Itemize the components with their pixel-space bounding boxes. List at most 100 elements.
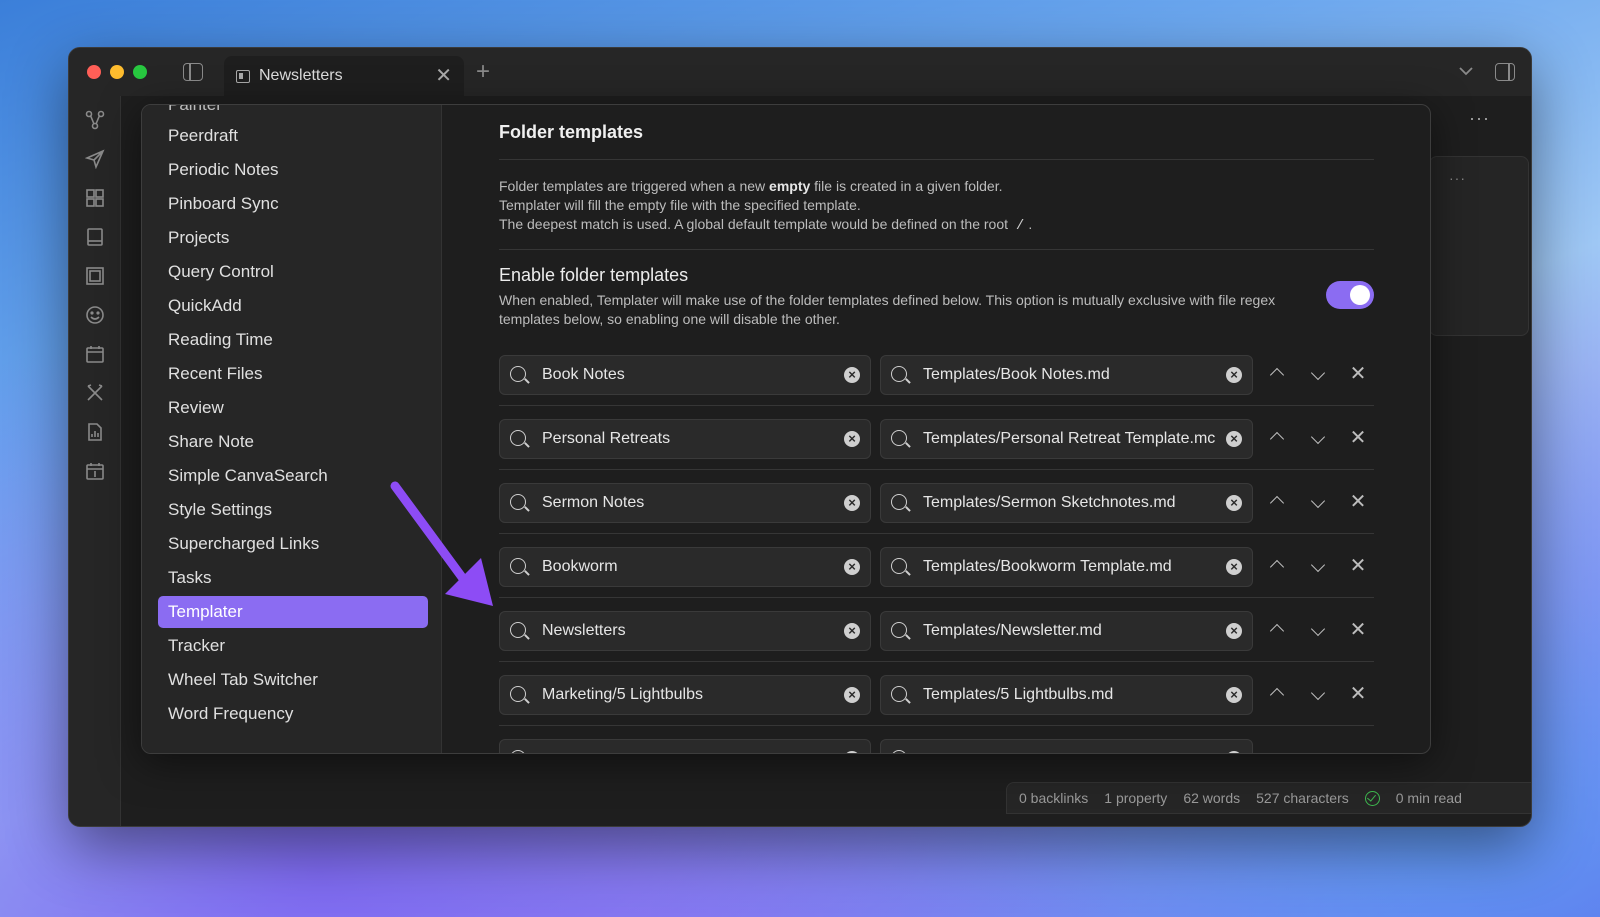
move-down-icon[interactable] [1307,363,1329,383]
send-icon[interactable] [84,149,105,170]
template-search-input[interactable]: Templates/Book Notes.md × [880,355,1253,395]
sidebar-item[interactable]: Tracker [158,630,428,662]
tab-list-chevron-icon[interactable] [1458,60,1474,81]
divider [499,159,1374,160]
divider [499,533,1374,534]
search-icon [510,685,526,702]
sidebar-item[interactable]: Review [158,392,428,424]
move-up-icon[interactable] [1266,427,1288,449]
reading-time: 0 min read [1395,790,1462,806]
delete-icon[interactable]: ✕ [1347,681,1369,706]
clear-icon[interactable]: × [1226,367,1242,383]
move-down-icon[interactable] [1307,491,1329,511]
book-icon[interactable] [85,227,105,247]
clear-icon[interactable]: × [844,495,860,511]
clear-icon[interactable]: × [844,623,860,639]
more-options-icon[interactable]: ··· [1469,108,1490,129]
sidebar-item[interactable]: Query Control [158,256,428,288]
clear-icon[interactable]: × [1226,495,1242,511]
minimize-window-button[interactable] [110,65,124,79]
move-down-icon[interactable] [1307,683,1329,703]
sidebar-item[interactable]: Share Note [158,426,428,458]
move-down-icon[interactable] [1307,427,1329,447]
left-sidebar-toggle-icon[interactable] [183,63,203,81]
folder-search-input[interactable]: Book Notes × [499,355,871,395]
delete-icon[interactable]: ✕ [1347,489,1369,514]
folder-search-input[interactable]: × [499,739,871,753]
delete-icon[interactable]: ✕ [1347,553,1369,578]
template-search-input[interactable]: Templates/5 Lightbulbs.md × [880,675,1253,715]
close-window-button[interactable] [87,65,101,79]
calendar-icon[interactable] [85,344,105,364]
tab-title: Newsletters [259,67,343,84]
sidebar-item[interactable]: Projects [158,222,428,254]
sync-check-icon[interactable] [1364,790,1380,806]
sidebar-item[interactable]: Pinboard Sync [158,188,428,220]
move-up-icon[interactable] [1266,619,1288,641]
search-icon [510,365,526,382]
background-note-pane [1429,156,1529,336]
clear-icon[interactable]: × [1226,751,1242,753]
template-search-input[interactable]: Templates/Bookworm Template.md × [880,547,1253,587]
folder-search-input[interactable]: Personal Retreats × [499,419,871,459]
clear-icon[interactable]: × [1226,687,1242,703]
move-up-icon[interactable] [1266,555,1288,577]
clear-icon[interactable]: × [844,367,860,383]
move-down-icon[interactable] [1307,555,1329,575]
pane-more-options-icon[interactable]: ··· [1449,170,1466,186]
smiley-icon[interactable] [85,305,105,325]
status-bar: 0 backlinks 1 property 62 words 527 char… [1006,782,1531,814]
template-search-input[interactable]: Templates/Personal Retreat Template.mc × [880,419,1253,459]
clear-icon[interactable]: × [1226,431,1242,447]
sidebar-item[interactable]: QuickAdd [158,290,428,322]
enable-folder-templates-toggle[interactable] [1326,281,1374,309]
sidebar-item-partial[interactable]: Painter [158,105,428,121]
sidebar-item[interactable]: Peerdraft [158,120,428,152]
tools-icon[interactable] [85,383,105,403]
daily-note-icon[interactable] [85,461,105,481]
divider [499,597,1374,598]
move-up-icon[interactable] [1266,683,1288,705]
layout-icon[interactable] [85,188,105,208]
clear-icon[interactable]: × [844,751,860,753]
search-icon [891,429,907,446]
clear-icon[interactable]: × [844,431,860,447]
delete-icon[interactable]: ✕ [1347,361,1369,386]
zoom-window-button[interactable] [133,65,147,79]
tab-close-icon[interactable]: ✕ [435,66,452,86]
folder-search-input[interactable]: Bookworm × [499,547,871,587]
move-up-icon[interactable] [1266,363,1288,385]
search-icon [510,749,526,753]
clear-icon[interactable]: × [844,687,860,703]
delete-icon[interactable]: ✕ [1347,425,1369,450]
move-down-icon[interactable] [1307,619,1329,639]
divider [499,725,1374,726]
sidebar-item[interactable]: Word Frequency [158,698,428,730]
sidebar-item[interactable]: Periodic Notes [158,154,428,186]
folder-search-input[interactable]: Marketing/5 Lightbulbs × [499,675,871,715]
slides-icon[interactable] [85,266,105,286]
delete-icon[interactable]: ✕ [1347,617,1369,642]
clear-icon[interactable]: × [1226,559,1242,575]
clear-icon[interactable]: × [1226,623,1242,639]
sidebar-item[interactable]: Recent Files [158,358,428,390]
clear-icon[interactable]: × [844,559,860,575]
divider [499,469,1374,470]
property-count: 1 property [1104,790,1168,806]
move-up-icon[interactable] [1266,491,1288,513]
note-icon [236,69,250,83]
backlinks-count[interactable]: 0 backlinks [1019,790,1088,806]
folder-search-input[interactable]: Newsletters × [499,611,871,651]
sidebar-item[interactable]: Reading Time [158,324,428,356]
chart-file-icon[interactable] [85,422,105,442]
search-icon [510,621,526,638]
template-search-input[interactable]: Templates/Sermon Sketchnotes.md × [880,483,1253,523]
sidebar-item[interactable]: Wheel Tab Switcher [158,664,428,696]
new-tab-button[interactable]: + [476,58,490,86]
right-sidebar-toggle-icon[interactable] [1495,63,1515,81]
template-search-input[interactable]: × [880,739,1253,753]
tab-newsletters[interactable]: Newsletters ✕ [224,56,464,96]
graph-icon[interactable] [85,110,105,130]
template-search-input[interactable]: Templates/Newsletter.md × [880,611,1253,651]
folder-search-input[interactable]: Sermon Notes × [499,483,871,523]
